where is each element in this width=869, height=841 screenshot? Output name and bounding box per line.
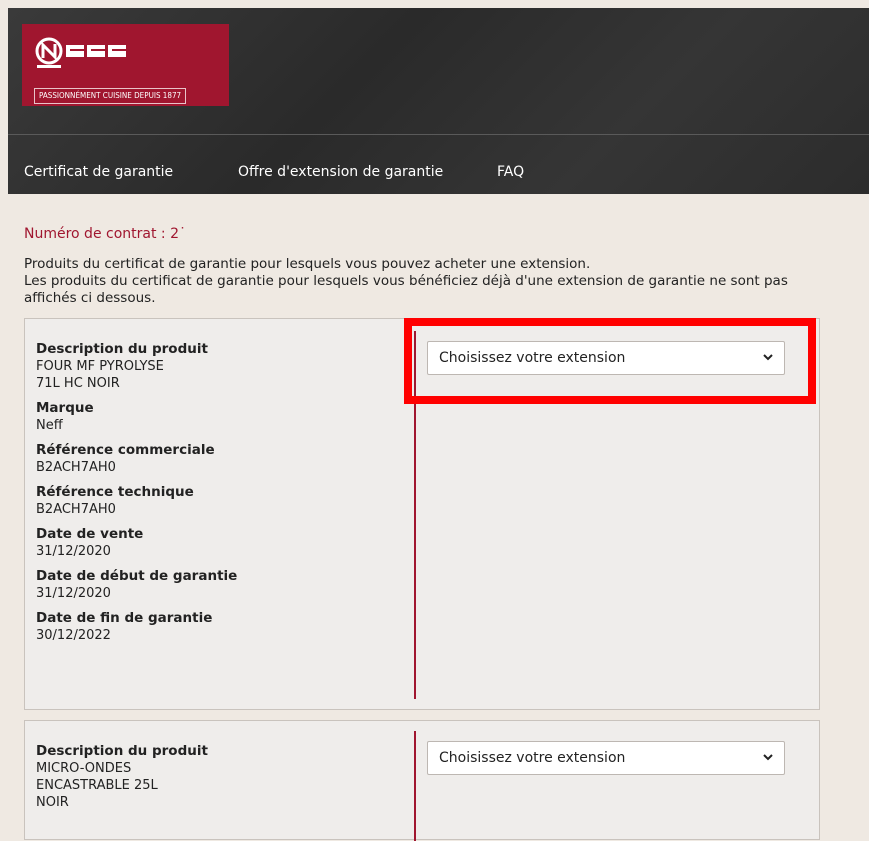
field-value: Neff (36, 418, 63, 433)
field-label: Date de fin de garantie (36, 610, 213, 626)
technical-ref-field: Référence technique B2ACH7AH0 (36, 484, 396, 518)
neff-logo-mark-icon (35, 37, 126, 68)
nav-item-extension-offer[interactable]: Offre d'extension de garantie (238, 160, 443, 184)
main-nav: Certificat de garantie Offre d'extension… (8, 160, 869, 184)
product-details: Description du produit MICRO-ONDES ENCAS… (36, 743, 396, 819)
brand-field: Marque Neff (36, 400, 396, 434)
warranty-end-field: Date de fin de garantie 30/12/2022 (36, 610, 396, 644)
extension-select-value: Choisissez votre extension (439, 750, 626, 766)
field-label: Référence commerciale (36, 442, 215, 458)
extension-select[interactable]: Choisissez votre extension (427, 741, 785, 775)
field-label: Date de vente (36, 526, 144, 542)
intro-line-1: Produits du certificat de garantie pour … (24, 256, 591, 272)
description-field: Description du produit MICRO-ONDES ENCAS… (36, 743, 396, 811)
intro-text: Produits du certificat de garantie pour … (24, 256, 824, 307)
field-value: MICRO-ONDES ENCASTRABLE 25L NOIR (36, 761, 158, 810)
product-details: Description du produit FOUR MF PYROLYSE … (36, 341, 396, 652)
field-value: B2ACH7AH0 (36, 460, 116, 475)
contract-number: Numéro de contrat : 2˙ (24, 226, 186, 242)
highlight-box (404, 318, 816, 404)
field-label: Date de début de garantie (36, 568, 238, 584)
field-value: 31/12/2020 (36, 544, 111, 559)
sale-date-field: Date de vente 31/12/2020 (36, 526, 396, 560)
field-label: Description du produit (36, 743, 208, 759)
brand-tagline: PASSIONNÉMENT CUISINE DEPUIS 1877 (34, 88, 187, 104)
chevron-down-icon (763, 754, 773, 761)
field-label: Description du produit (36, 341, 208, 357)
field-value: B2ACH7AH0 (36, 502, 116, 517)
description-field: Description du produit FOUR MF PYROLYSE … (36, 341, 396, 392)
warranty-start-field: Date de début de garantie 31/12/2020 (36, 568, 396, 602)
contract-value: 2˙ (170, 226, 187, 242)
field-label: Référence technique (36, 484, 194, 500)
product-card: Description du produit MICRO-ONDES ENCAS… (24, 720, 820, 841)
nav-item-certificat[interactable]: Certificat de garantie (24, 160, 173, 184)
nav-item-faq[interactable]: FAQ (497, 160, 524, 184)
field-value: FOUR MF PYROLYSE 71L HC NOIR (36, 359, 164, 391)
commercial-ref-field: Référence commerciale B2ACH7AH0 (36, 442, 396, 476)
field-value: 31/12/2020 (36, 586, 111, 601)
neff-logo[interactable]: PASSIONNÉMENT CUISINE DEPUIS 1877 (22, 24, 229, 106)
site-header: PASSIONNÉMENT CUISINE DEPUIS 1877 Certif… (8, 8, 869, 194)
field-label: Marque (36, 400, 94, 416)
intro-line-2: Les produits du certificat de garantie p… (24, 273, 788, 306)
field-value: 30/12/2022 (36, 628, 111, 643)
contract-label: Numéro de contrat : (24, 226, 166, 242)
